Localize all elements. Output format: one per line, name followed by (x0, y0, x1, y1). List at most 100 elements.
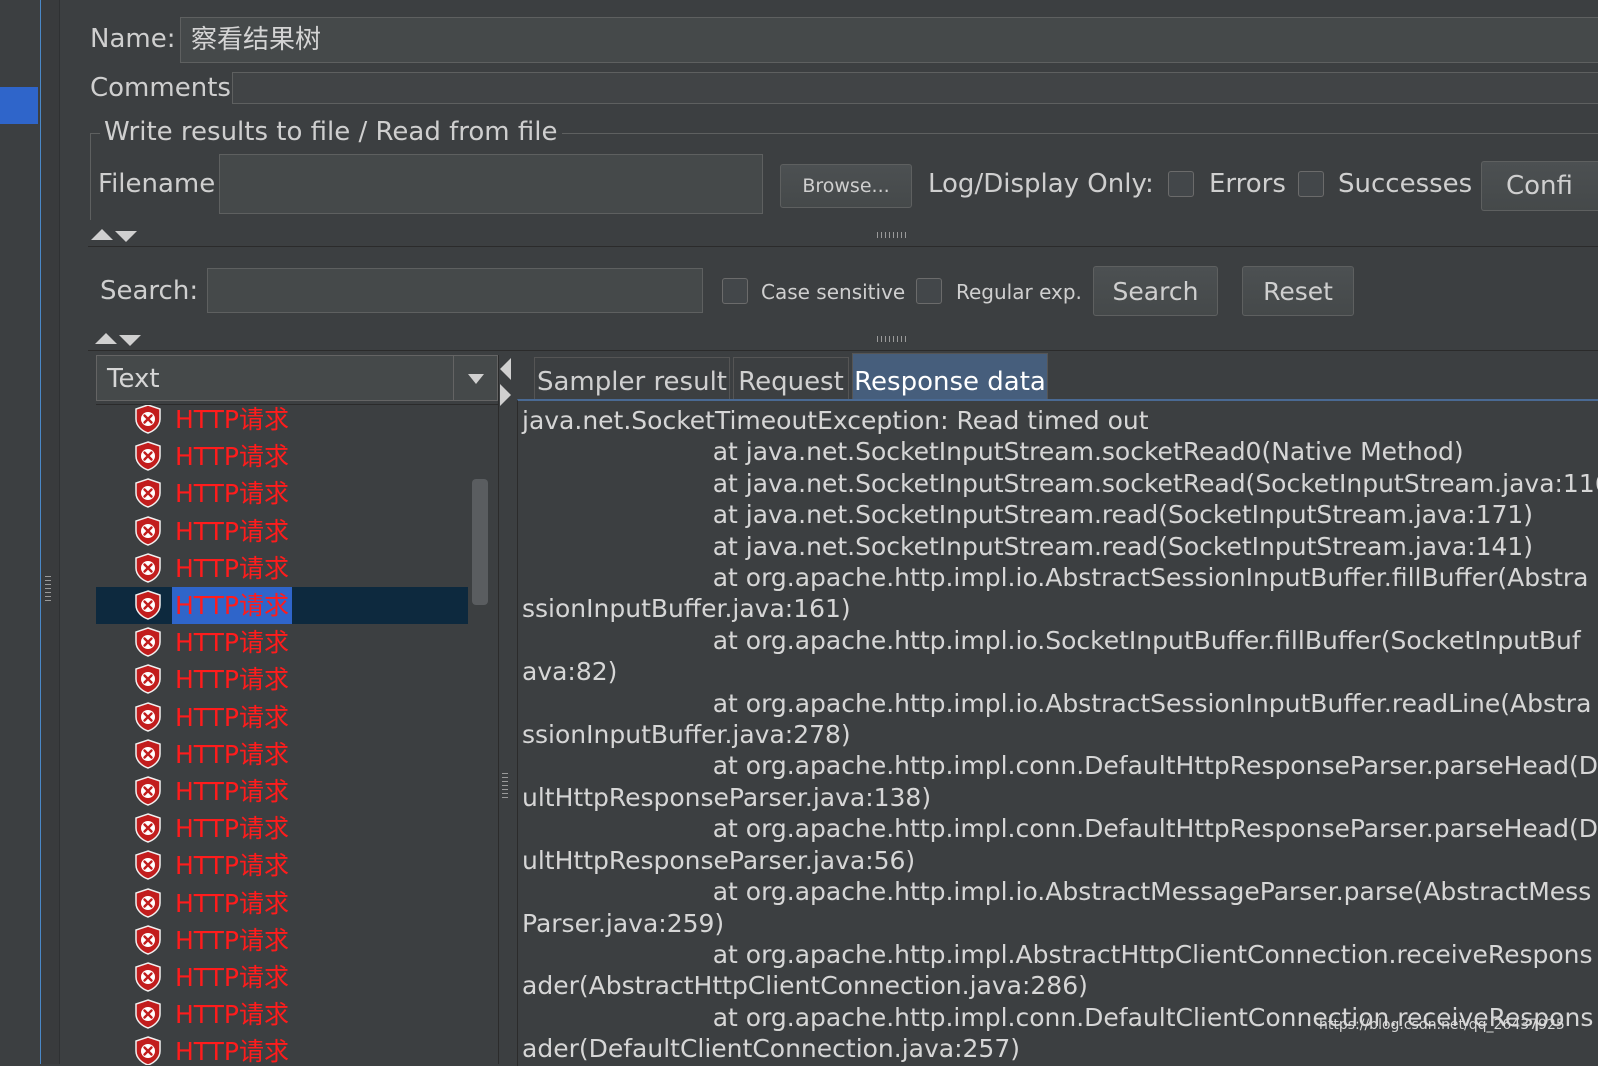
result-row[interactable]: HTTP请求 (96, 550, 468, 587)
tab-request[interactable]: Request (733, 357, 849, 401)
expand-up-icon-2[interactable] (95, 333, 117, 344)
tab-sampler-result[interactable]: Sampler result (534, 357, 730, 401)
tab-response-data[interactable]: Response data (852, 353, 1048, 401)
result-label: HTTP请求 (175, 479, 289, 509)
error-shield-icon (135, 627, 161, 657)
splitter-grip-icon[interactable] (45, 576, 51, 604)
result-row[interactable]: HTTP请求 (96, 959, 468, 996)
panel-gutter (59, 0, 89, 1064)
split-divider (88, 246, 1598, 247)
result-label: HTTP请求 (175, 851, 289, 881)
file-group-legend: Write results to file / Read from file (100, 117, 562, 147)
select-separator (453, 356, 454, 400)
left-tree-selection[interactable] (0, 87, 38, 124)
result-label: HTTP请求 (175, 628, 289, 658)
split-grip-icon-2[interactable] (877, 336, 907, 342)
result-label: HTTP请求 (175, 516, 289, 546)
error-shield-icon (135, 553, 161, 583)
errors-checkbox[interactable] (1168, 171, 1194, 197)
result-label: HTTP请求 (175, 888, 289, 918)
collapse-left-icon[interactable] (500, 358, 511, 380)
error-shield-icon (135, 776, 161, 806)
renderer-select[interactable]: Text (96, 355, 498, 401)
result-row[interactable]: HTTP请求 (96, 736, 468, 773)
error-shield-icon (135, 887, 161, 918)
comments-label: Comments: (90, 73, 240, 103)
name-label: Name: (90, 24, 176, 54)
result-row[interactable]: HTTP请求 (96, 773, 468, 810)
collapse-down-icon[interactable] (115, 231, 137, 242)
case-sensitive-checkbox[interactable] (722, 278, 748, 304)
search-input[interactable] (207, 268, 703, 313)
result-row[interactable]: HTTP请求 (96, 513, 468, 550)
result-row[interactable]: HTTP请求 (96, 405, 468, 438)
comments-field[interactable] (232, 72, 1598, 104)
name-value: 察看结果树 (191, 25, 322, 55)
search-button[interactable]: Search (1093, 266, 1218, 316)
result-row[interactable]: HTTP请求 (96, 624, 468, 661)
result-label: HTTP请求 (175, 925, 289, 955)
result-label: HTTP请求 (175, 702, 289, 732)
tree-border (498, 355, 499, 1064)
results-tree[interactable]: HTTP请求 HTTP请求 HTTP请求 HTTP请求 HTTP请求 HTTP请求 HTTP… (96, 404, 498, 1065)
result-row[interactable]: HTTP请求 (96, 922, 468, 959)
result-row[interactable]: HTTP请求 (96, 587, 468, 624)
result-label: HTTP请求 (175, 814, 289, 844)
result-row[interactable]: HTTP请求 (96, 661, 468, 698)
chevron-down-icon[interactable] (468, 374, 484, 384)
error-shield-icon (135, 962, 161, 992)
errors-label: Errors (1209, 169, 1286, 199)
result-tabs: Sampler result Request Response data (534, 353, 1598, 401)
error-shield-icon (135, 441, 161, 471)
pane-splitter-grip-icon[interactable] (502, 773, 508, 801)
regular-exp-checkbox[interactable] (916, 278, 942, 304)
result-row[interactable]: HTTP请求 (96, 847, 468, 884)
result-label: HTTP请求 (175, 963, 289, 992)
error-shield-icon (135, 701, 161, 732)
left-tree-edge (0, 0, 41, 1064)
configure-button[interactable]: Confi (1481, 161, 1598, 211)
name-field[interactable]: 察看结果树 (180, 17, 1598, 63)
results-scrollbar-thumb[interactable] (472, 479, 488, 605)
result-row[interactable]: HTTP请求 (96, 438, 468, 475)
error-shield-icon (135, 739, 161, 769)
expand-up-icon[interactable] (91, 229, 113, 240)
reset-button[interactable]: Reset (1242, 266, 1354, 316)
result-row[interactable]: HTTP请求 (96, 699, 468, 736)
response-data-panel[interactable]: java.net.SocketTimeoutException: Read ti… (517, 399, 1598, 1066)
browse-button[interactable]: Browse... (780, 164, 912, 208)
log-display-label: Log/Display Only: (928, 169, 1154, 199)
collapse-down-icon-2[interactable] (119, 335, 141, 346)
result-label: HTTP请求 (175, 553, 289, 583)
result-label: HTTP请求 (175, 405, 289, 434)
error-shield-icon (135, 664, 161, 695)
watermark: https://blog.csdn.net/qq_26437925 (1319, 1017, 1565, 1033)
error-shield-icon (135, 925, 161, 955)
successes-checkbox[interactable] (1298, 171, 1324, 197)
result-label: HTTP请求 (175, 442, 289, 472)
error-shield-icon (135, 515, 161, 546)
expand-right-icon[interactable] (500, 384, 511, 406)
error-shield-icon (135, 999, 161, 1029)
error-shield-icon (135, 590, 161, 620)
result-row[interactable]: HTTP请求 (96, 1033, 468, 1065)
filename-input[interactable] (219, 154, 763, 214)
error-shield-icon (135, 1036, 161, 1065)
split-grip-icon[interactable] (877, 232, 907, 238)
error-shield-icon (135, 850, 161, 881)
result-row[interactable]: HTTP请求 (96, 475, 468, 512)
regular-exp-label: Regular exp. (956, 280, 1082, 304)
result-row[interactable]: HTTP请求 (96, 810, 468, 847)
response-text: java.net.SocketTimeoutException: Read ti… (522, 406, 1598, 1064)
view-results-tree-panel: Name: 察看结果树 Comments: Write results to f… (88, 0, 1598, 1066)
case-sensitive-label: Case sensitive (761, 280, 906, 304)
splitter-gutter[interactable] (41, 0, 59, 1064)
split-divider-2 (88, 350, 1598, 351)
result-row[interactable]: HTTP请求 (96, 885, 468, 922)
search-label: Search: (100, 276, 199, 306)
error-shield-icon (135, 405, 161, 434)
result-label: HTTP请求 (175, 739, 289, 769)
successes-label: Successes (1338, 169, 1473, 199)
result-row[interactable]: HTTP请求 (96, 996, 468, 1033)
filename-label: Filename (98, 169, 216, 199)
